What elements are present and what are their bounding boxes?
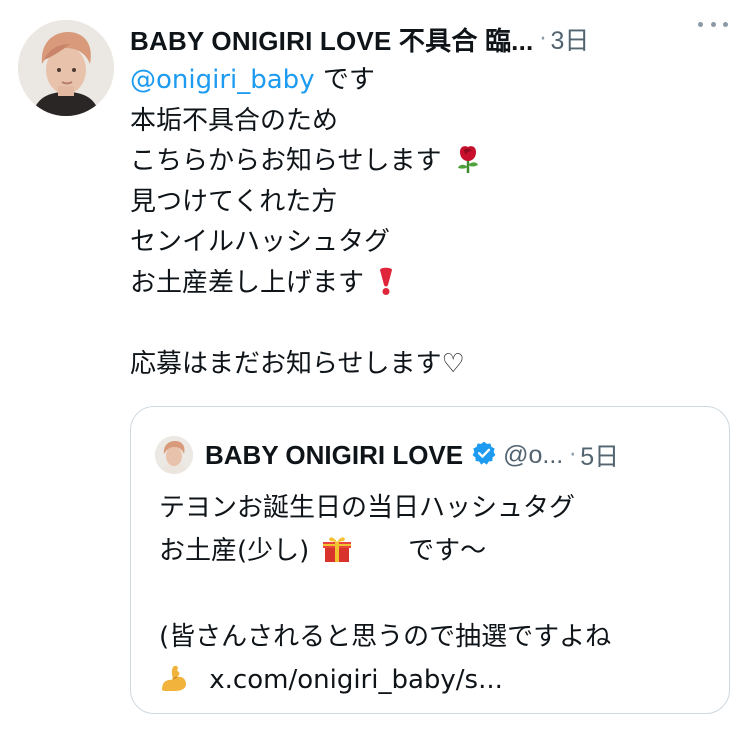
- text-line: お土産(少し) です〜: [159, 530, 719, 573]
- text-line: 応募はまだお知らせします♡: [130, 349, 465, 380]
- text-line: [130, 304, 730, 345]
- verified-badge-icon: [471, 440, 497, 470]
- avatar-image: [18, 20, 114, 116]
- heavy-exclamation-emoji: [376, 266, 396, 309]
- flexed-biceps-emoji: [159, 663, 189, 707]
- text-segment: です〜: [408, 536, 487, 566]
- tweet-header: BABY ONIGIRI LOVE 不具合 臨... · 3日: [130, 22, 730, 56]
- quoted-avatar[interactable]: [155, 436, 193, 474]
- tweet-text: @onigiri_baby です 本垢不具合のため こちらからお知らせします 見…: [130, 60, 730, 385]
- text-line: [159, 573, 719, 616]
- gift-emoji: [322, 534, 352, 578]
- more-dot: [698, 21, 703, 27]
- more-dot: [723, 21, 728, 27]
- separator-dot: ·: [539, 26, 547, 52]
- display-name[interactable]: BABY ONIGIRI LOVE 不具合 臨...: [130, 21, 533, 58]
- quoted-timestamp: 5日: [580, 443, 620, 471]
- quoted-tweet[interactable]: BABY ONIGIRI LOVE @o... · 5日 テヨンお誕生日の当日ハ…: [130, 406, 730, 714]
- text-line: センイルハッシュタグ: [130, 227, 391, 258]
- quoted-tweet-header: BABY ONIGIRI LOVE @o... · 5日: [155, 435, 709, 475]
- timestamp[interactable]: 3日: [550, 21, 589, 57]
- text-line: (皆さんされると思うので抽選ですよね: [159, 622, 612, 652]
- quoted-display-name: BABY ONIGIRI LOVE: [205, 439, 464, 470]
- avatar[interactable]: [18, 20, 114, 116]
- text-line: テヨンお誕生日の当日ハッシュタグ: [159, 493, 576, 523]
- text-line: x.com/onigiri_baby/s...: [159, 659, 719, 702]
- text-line: お土産差し上げます: [130, 263, 730, 304]
- quoted-handle: @o...: [503, 440, 564, 469]
- quoted-tweet-text: テヨンお誕生日の当日ハッシュタグ お土産(少し) です〜 (皆さんされると思うの…: [159, 487, 719, 702]
- url-link[interactable]: x.com/onigiri_baby/s...: [209, 665, 503, 695]
- mention-link[interactable]: @onigiri_baby: [130, 65, 315, 95]
- text-segment: お土産(少し): [159, 536, 310, 566]
- text-line: @onigiri_baby です: [130, 60, 730, 101]
- text-line: こちらからお知らせします: [130, 141, 730, 182]
- text-segment: こちらからお知らせします: [130, 146, 442, 177]
- rose-emoji: [454, 144, 482, 187]
- separator-dot: ·: [569, 442, 577, 468]
- text-segment: お土産差し上げます: [130, 267, 365, 298]
- text-line: 本垢不具合のため: [130, 105, 339, 136]
- tweet[interactable]: BABY ONIGIRI LOVE 不具合 臨... · 3日 @onigiri…: [0, 0, 750, 732]
- quoted-avatar-image: [155, 436, 193, 474]
- text-line: 見つけてくれた方: [130, 186, 338, 217]
- more-horizontal-icon[interactable]: [698, 14, 728, 34]
- text-segment: です: [322, 65, 375, 95]
- more-dot: [710, 21, 716, 27]
